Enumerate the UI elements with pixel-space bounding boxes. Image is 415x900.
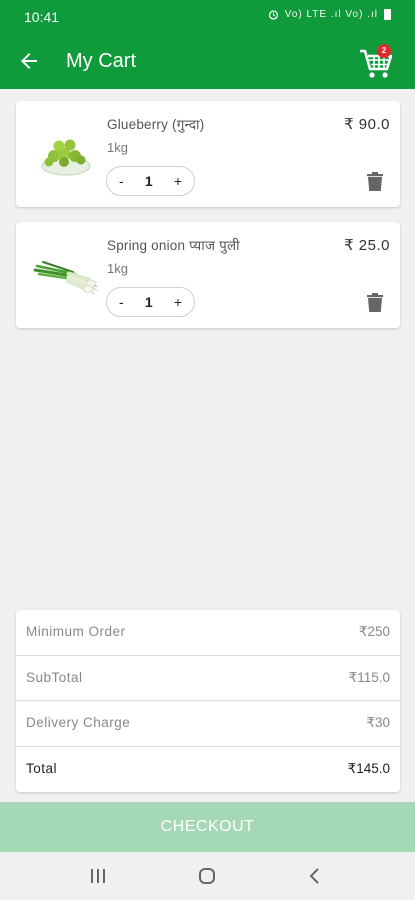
status-time: 10:41 xyxy=(24,9,60,25)
status-bar: 10:41 Vo) LTE .ıl Vo) .ıl xyxy=(0,0,415,34)
summary-value: ₹115.0 xyxy=(348,669,390,685)
checkout-button[interactable]: CHECKOUT xyxy=(0,802,415,852)
summary-row-total: Total ₹145.0 xyxy=(16,747,400,793)
delete-button[interactable] xyxy=(366,172,384,192)
increment-button[interactable]: + xyxy=(174,294,182,310)
summary-label: Total xyxy=(26,760,58,776)
product-image xyxy=(26,119,106,191)
product-unit: 1kg xyxy=(107,261,128,276)
glueberry-bowl-image xyxy=(41,139,91,176)
decrement-button[interactable]: - xyxy=(119,294,124,310)
trash-icon xyxy=(367,172,383,191)
summary-label: SubTotal xyxy=(26,669,83,685)
quantity-stepper: - 1 + xyxy=(106,166,195,196)
summary-label: Delivery Charge xyxy=(26,715,131,730)
battery-icon xyxy=(384,9,391,20)
nav-back-button[interactable] xyxy=(302,864,326,888)
summary-row-subtotal: SubTotal ₹115.0 xyxy=(16,656,400,701)
home-button[interactable] xyxy=(195,864,219,888)
alarm-icon xyxy=(268,10,278,20)
recents-button[interactable] xyxy=(86,864,110,888)
system-nav-bar xyxy=(0,852,415,900)
product-unit: 1kg xyxy=(107,140,128,155)
back-button[interactable] xyxy=(14,46,44,76)
home-icon xyxy=(199,868,215,884)
increment-button[interactable]: + xyxy=(174,173,182,189)
product-name: Spring onion प्याज पुली xyxy=(107,238,240,253)
recents-icon xyxy=(91,869,105,883)
summary-row-minimum-order: Minimum Order ₹250 xyxy=(16,610,400,656)
cart-item: Spring onion प्याज पुली 1kg ₹ 25.0 - 1 + xyxy=(16,222,400,328)
cart-button[interactable]: 2 xyxy=(357,42,397,82)
product-image xyxy=(26,240,106,312)
spring-onion-image xyxy=(33,261,99,295)
summary-label: Minimum Order xyxy=(26,624,126,639)
summary-value: ₹250 xyxy=(358,624,390,639)
summary-value: ₹145.0 xyxy=(347,760,390,776)
trash-icon xyxy=(367,293,383,312)
cart-badge: 2 xyxy=(377,44,391,58)
order-summary: Minimum Order ₹250 SubTotal ₹115.0 Deliv… xyxy=(16,610,400,792)
signal-indicator: Vo) LTE .ıl Vo) .ıl xyxy=(284,9,378,20)
nav-back-icon xyxy=(309,868,319,884)
quantity-stepper: - 1 + xyxy=(106,287,195,317)
status-icons: Vo) LTE .ıl Vo) .ıl xyxy=(268,9,391,20)
app-bar: My Cart 2 xyxy=(0,34,415,89)
product-price: ₹ 25.0 xyxy=(344,237,390,254)
quantity-value: 1 xyxy=(144,294,153,310)
cart-item: Glueberry (गुन्दा) 1kg ₹ 90.0 - 1 + xyxy=(16,101,400,207)
delete-button[interactable] xyxy=(366,293,384,313)
product-price: ₹ 90.0 xyxy=(344,116,390,133)
page-title: My Cart xyxy=(66,50,136,72)
summary-row-delivery-charge: Delivery Charge ₹30 xyxy=(16,701,400,747)
quantity-value: 1 xyxy=(144,173,153,189)
summary-value: ₹30 xyxy=(366,715,390,730)
product-name: Glueberry (गुन्दा) xyxy=(107,117,205,132)
decrement-button[interactable]: - xyxy=(119,173,124,189)
arrow-left-icon xyxy=(21,53,37,69)
